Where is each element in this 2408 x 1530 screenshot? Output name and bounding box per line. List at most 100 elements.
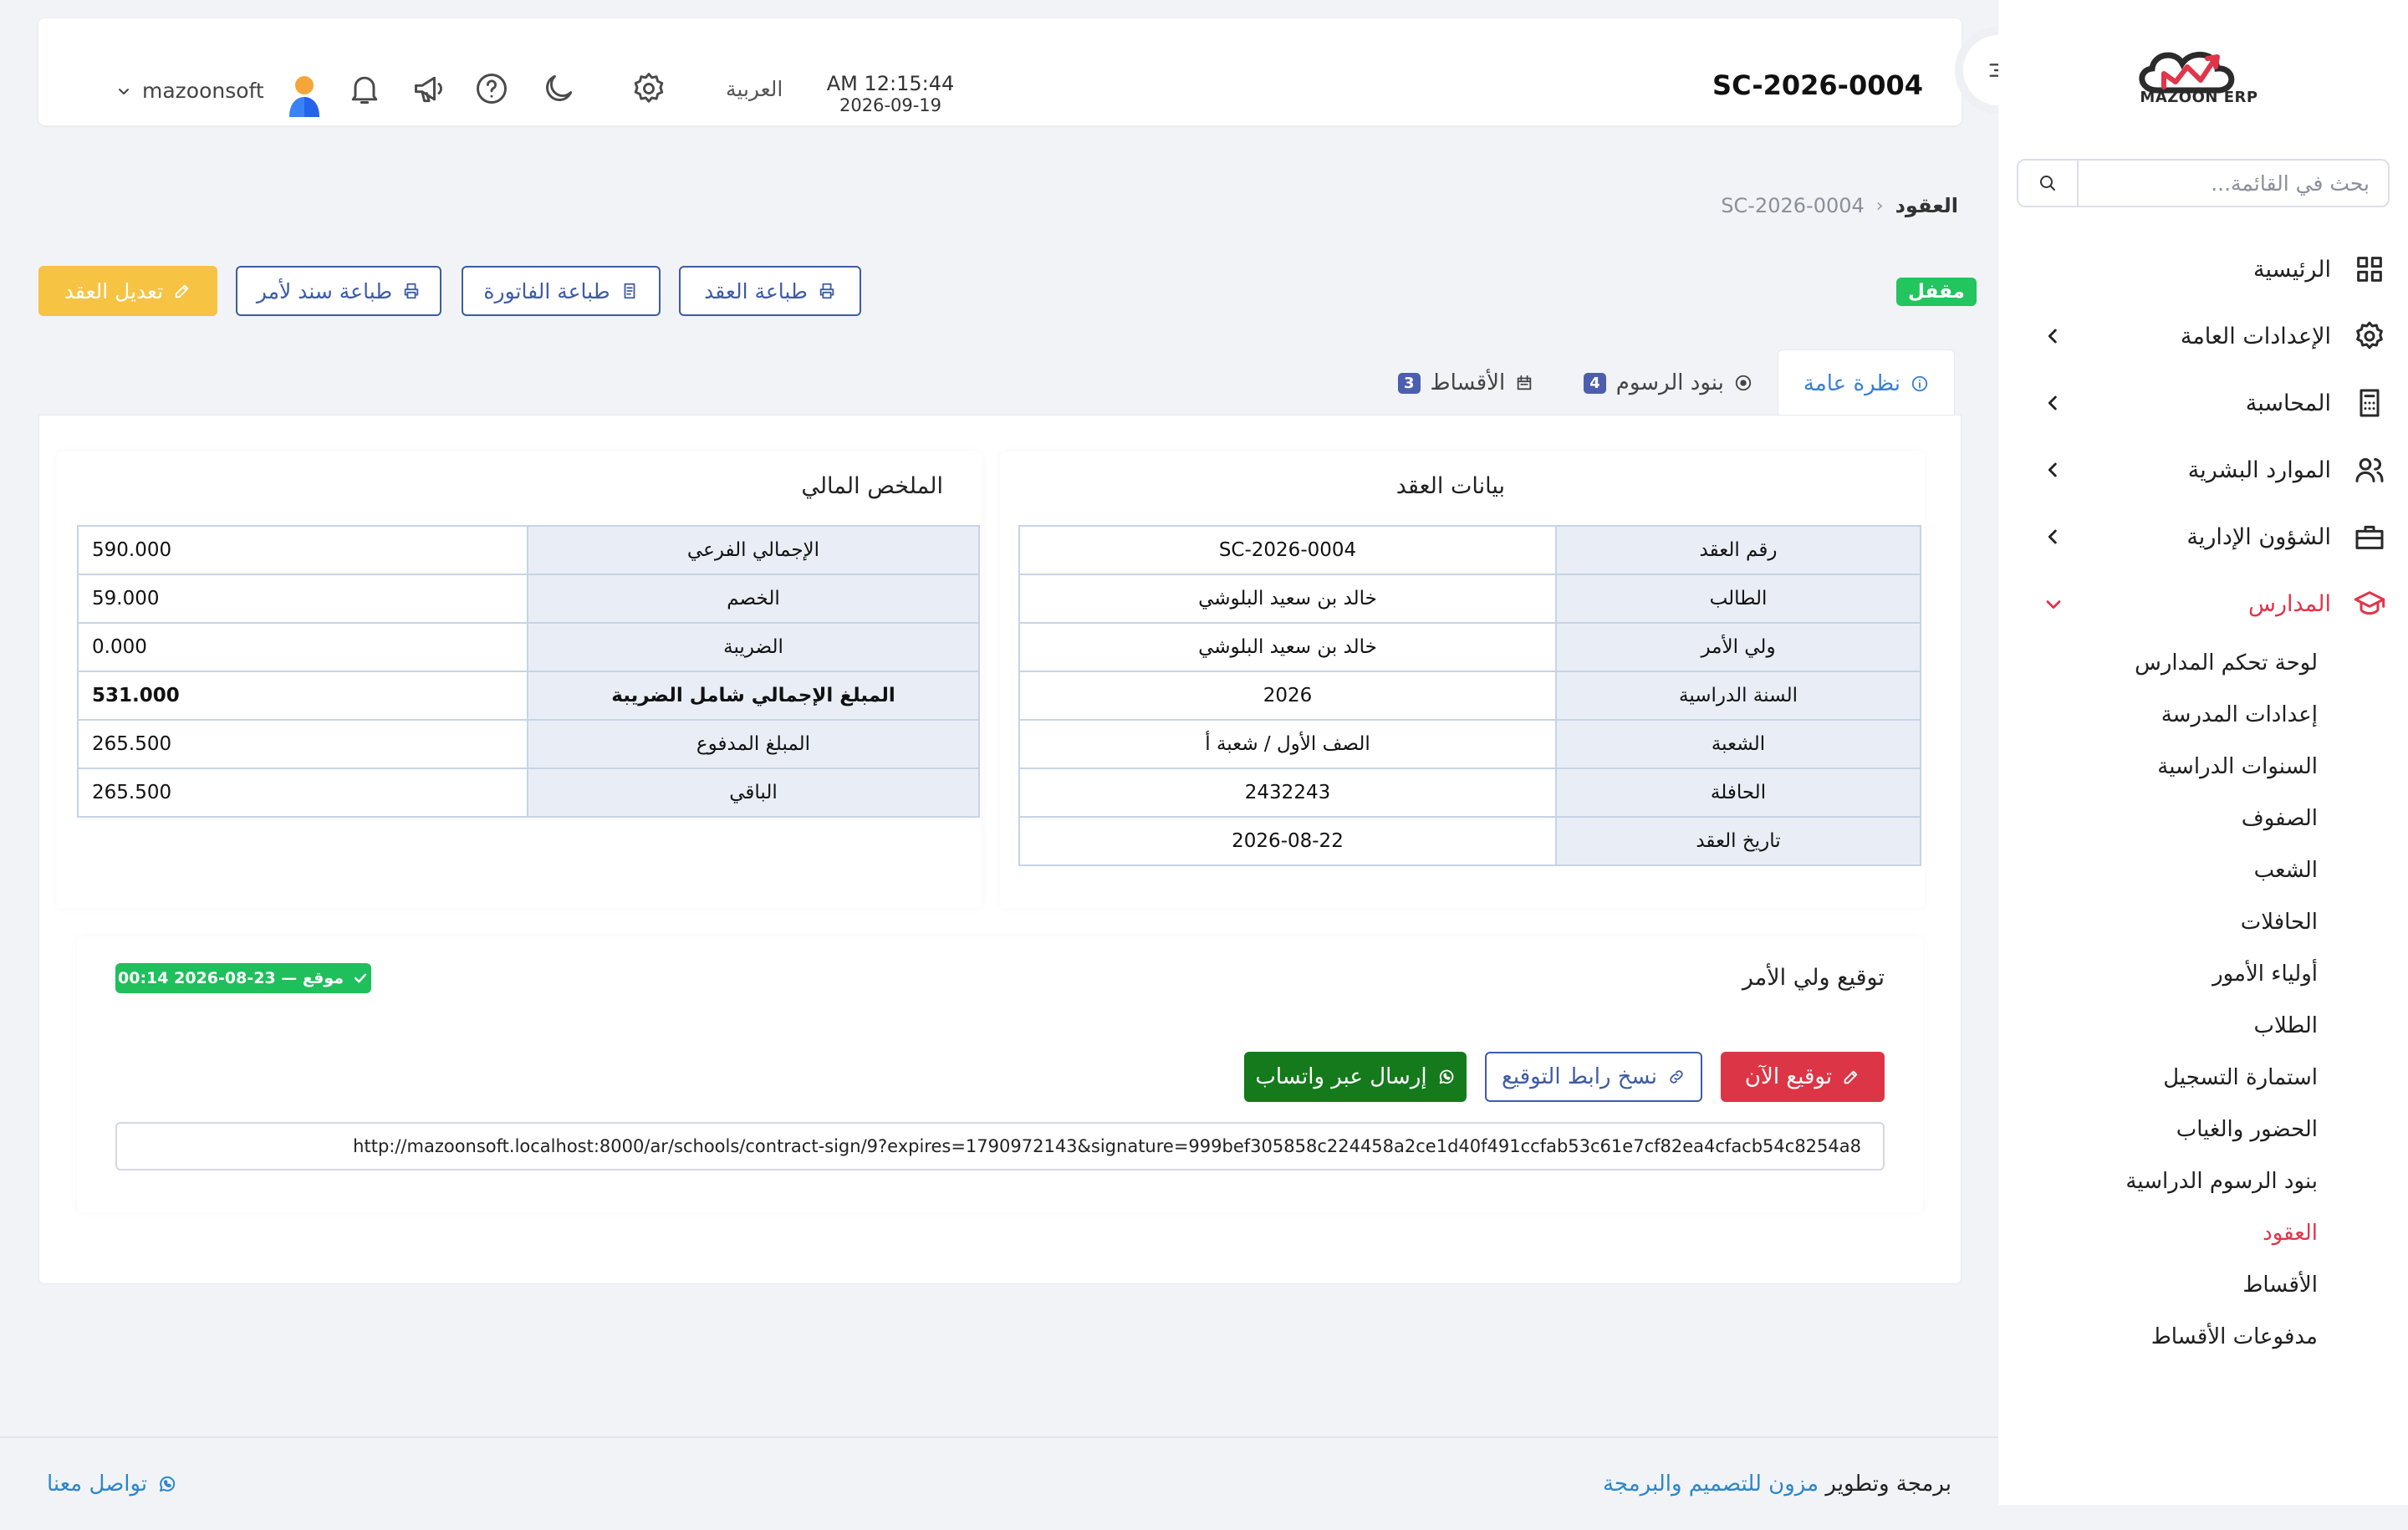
breadcrumb-parent[interactable]: العقود: [1895, 194, 1958, 217]
sidebar-subitem[interactable]: إعدادات المدرسة: [1998, 689, 2318, 741]
main-area: mazoonsoft العربية AM 12:15:44 2026-09-1…: [0, 0, 2033, 1530]
graduation-cap-icon: [2354, 591, 2385, 615]
whatsapp-icon: [1439, 1069, 1453, 1084]
megaphone-icon[interactable]: [411, 70, 448, 107]
row-label: المبلغ الإجمالي شامل الضريبة: [527, 671, 980, 721]
check-icon: [354, 973, 367, 983]
breadcrumb-current: SC-2026-0004: [1721, 194, 1865, 217]
sidebar-subitem[interactable]: الشعب: [1998, 844, 2318, 896]
user-menu[interactable]: mazoonsoft: [117, 79, 264, 103]
sidebar-item-home[interactable]: الرئيسية: [1998, 236, 2408, 303]
financial-summary-title: الملخص المالي: [801, 473, 943, 499]
table-row: تاريخ العقد 2026-08-22: [1018, 816, 1921, 866]
clock-date: 2026-09-19: [839, 95, 942, 115]
pencil-icon: [1844, 1070, 1858, 1084]
print-invoice-label: طباعة الفاتورة: [483, 278, 610, 303]
briefcase-icon: [2355, 525, 2384, 549]
sign-link-field[interactable]: [115, 1122, 1885, 1170]
tab-fee-items-label: بنود الرسوم: [1615, 370, 1724, 395]
sidebar-subitem[interactable]: العقود: [1998, 1207, 2318, 1259]
row-value: 59.000: [77, 574, 528, 624]
footer-brand-link[interactable]: مزون للتصميم والبرمجة: [1603, 1471, 1819, 1497]
row-label: الخصم: [527, 574, 980, 624]
sidebar-item-label: الرئيسية: [2253, 256, 2331, 283]
chevron-left-icon: [2048, 462, 2057, 477]
calendar-icon: [1517, 375, 1532, 390]
sidebar-item-admin-affairs[interactable]: الشؤون الإدارية: [1998, 503, 2408, 570]
sidebar-subitem[interactable]: الحافلات: [1998, 896, 2318, 948]
sidebar-subitem[interactable]: بنود الرسوم الدراسية: [1998, 1155, 2318, 1207]
print-promissory-button[interactable]: طباعة سند لأمر: [236, 266, 441, 316]
send-whatsapp-button[interactable]: إرسال عبر واتساب: [1244, 1052, 1467, 1102]
table-row: السنة الدراسية 2026: [1018, 671, 1921, 721]
row-label: الشعبة: [1555, 719, 1921, 769]
contract-info-table: رقم العقد SC-2026-0004 الطالب خالد بن سعيد …: [1018, 525, 1921, 866]
info-icon: [1911, 375, 1928, 391]
sidebar-subitem[interactable]: استمارة التسجيل: [1998, 1052, 2318, 1104]
print-contract-button[interactable]: طباعة العقد: [679, 266, 861, 316]
sidebar-subitem[interactable]: مدفوعات الأقساط: [1998, 1311, 2318, 1363]
bell-icon[interactable]: [346, 70, 383, 107]
print-invoice-button[interactable]: طباعة الفاتورة: [462, 266, 661, 316]
row-value: 590.000: [77, 525, 528, 575]
row-label: الضريبة: [527, 622, 980, 672]
language-switch[interactable]: العربية: [726, 77, 783, 101]
contact-us-link[interactable]: تواصل معنا: [47, 1471, 177, 1497]
tab-count-badge: 4: [1584, 372, 1606, 394]
chevron-left-icon: [2048, 529, 2057, 544]
grid-icon: [2357, 257, 2382, 282]
sidebar-subitem[interactable]: الأقساط: [1998, 1259, 2318, 1311]
row-value: خالد بن سعيد البلوشي: [1018, 622, 1557, 672]
breadcrumb-separator-icon: ‹: [1875, 195, 1884, 217]
printer-icon: [819, 283, 834, 299]
avatar[interactable]: [286, 74, 323, 117]
sidebar-item-label: الموارد البشرية: [2187, 456, 2331, 483]
row-label: الإجمالي الفرعي: [527, 525, 980, 575]
whatsapp-icon: [160, 1476, 176, 1492]
moon-icon[interactable]: [540, 70, 577, 107]
sidebar-subitem[interactable]: الصفوف: [1998, 793, 2318, 844]
topbar: mazoonsoft العربية AM 12:15:44 2026-09-1…: [38, 18, 1962, 125]
sign-now-button[interactable]: توقيع الآن: [1721, 1052, 1885, 1102]
chevron-down-icon: [2046, 600, 2061, 609]
row-label: السنة الدراسية: [1555, 671, 1921, 721]
sidebar: MAZOON ERP الرئيسية الإعدادات العامة الم…: [1998, 0, 2408, 1505]
page-title: SC-2026-0004: [1712, 69, 1923, 101]
print-contract-label: طباعة العقد: [704, 278, 808, 303]
sidebar-item-label: الشؤون الإدارية: [2186, 523, 2331, 550]
link-icon: [1670, 1070, 1683, 1084]
search-icon[interactable]: [2018, 161, 2079, 206]
logo-text: MAZOON ERP: [2140, 89, 2258, 106]
row-value: 265.500: [77, 768, 528, 818]
sign-now-label: توقيع الآن: [1744, 1064, 1833, 1089]
student-link[interactable]: خالد بن سعيد البلوشي: [1018, 574, 1557, 624]
footer: برمجة وتطوير مزون للتصميم والبرمجة تواصل…: [0, 1436, 1998, 1530]
footer-credit-prefix: برمجة وتطوير: [1825, 1471, 1951, 1497]
tab-installments[interactable]: الأقساط 3: [1373, 349, 1559, 416]
sidebar-item-schools[interactable]: المدارس: [1998, 570, 2408, 637]
row-value: 2432243: [1018, 768, 1557, 818]
sidebar-search-input[interactable]: [2079, 161, 2388, 206]
settings-icon[interactable]: [630, 70, 667, 107]
coin-icon: [1735, 375, 1752, 391]
sidebar-subitem[interactable]: السنوات الدراسية: [1998, 741, 2318, 793]
sidebar-subitem[interactable]: الحضور والغياب: [1998, 1104, 2318, 1155]
sidebar-item-general-settings[interactable]: الإعدادات العامة: [1998, 303, 2408, 370]
row-value: 2026-08-22: [1018, 816, 1557, 866]
sidebar-subitem[interactable]: أولياء الأمور: [1998, 948, 2318, 1000]
tab-fee-items[interactable]: بنود الرسوم 4: [1559, 349, 1778, 416]
sidebar-item-accounting[interactable]: المحاسبة: [1998, 370, 2408, 436]
copy-sign-link-button[interactable]: نسخ رابط التوقيع: [1485, 1052, 1702, 1102]
tab-installments-label: الأقساط: [1430, 370, 1506, 395]
sidebar-subitem[interactable]: لوحة تحكم المدارس: [1998, 637, 2318, 689]
clock: AM 12:15:44 2026-09-19: [794, 72, 987, 115]
sidebar-item-hr[interactable]: الموارد البشرية: [1998, 436, 2408, 503]
edit-contract-button[interactable]: تعديل العقد: [38, 266, 217, 316]
print-promissory-label: طباعة سند لأمر: [256, 278, 393, 303]
help-icon[interactable]: [473, 70, 510, 107]
row-label: الباقي: [527, 768, 980, 818]
sidebar-subitem[interactable]: الطلاب: [1998, 1000, 2318, 1052]
tab-overview[interactable]: نظرة عامة: [1777, 349, 1955, 416]
tabs: نظرة عامة بنود الرسوم 4 الأقساط 3: [1373, 349, 1955, 416]
guardian-signature-title: توقيع ولي الأمر: [1742, 965, 1885, 991]
